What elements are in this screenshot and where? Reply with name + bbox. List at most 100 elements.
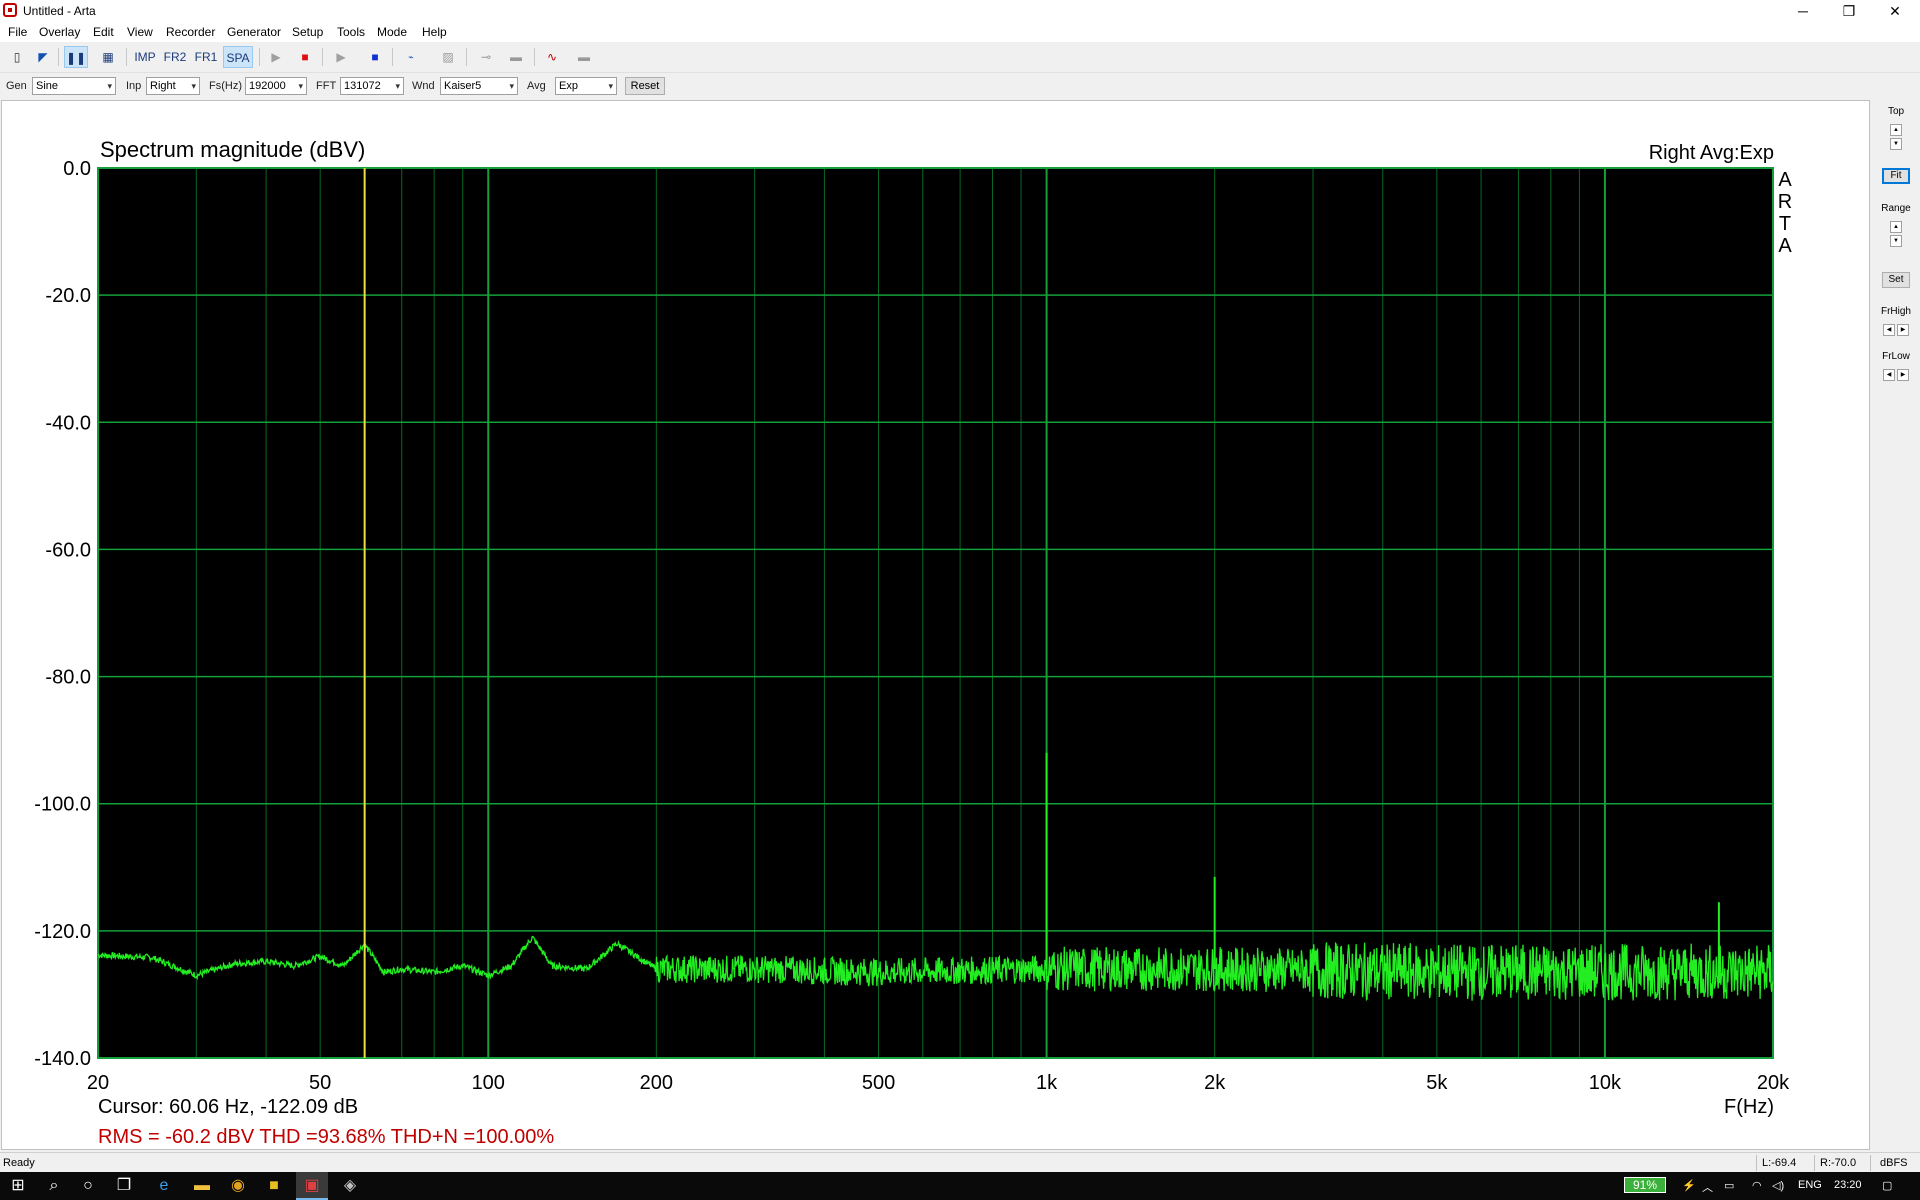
input-channel-value: Right [150,80,176,92]
language-indicator[interactable]: ENG [1798,1179,1822,1191]
frlow-right-icon[interactable]: ▶ [1897,369,1909,381]
window-function-value: Kaiser5 [444,80,482,92]
menu-edit[interactable]: Edit [93,25,114,39]
menu-generator[interactable]: Generator [227,25,281,39]
plot-area [98,168,1773,1058]
oscilloscope-icon[interactable]: ∿ [540,46,564,68]
generator-stop-icon[interactable]: ■ [364,46,386,68]
cortana-icon[interactable]: ○ [72,1172,104,1200]
play-icon[interactable]: ▶ [265,46,287,68]
title-bar: Untitled - Arta ─ ❐ ✕ [0,0,1920,22]
sample-rate-select[interactable]: 192000 ▾ [245,77,307,95]
clock[interactable]: 23:20 [1834,1179,1862,1191]
reset-button[interactable]: Reset [625,77,665,95]
menu-overlay[interactable]: Overlay [39,25,80,39]
generator-select-value: Sine [36,80,59,92]
restore-button[interactable]: ❐ [1826,0,1872,22]
file-explorer-icon[interactable]: ▬ [186,1172,218,1200]
chevron-up-icon[interactable]: ︿ [1702,1179,1713,1195]
wnd-label: Wnd [412,80,435,92]
y-tick-label: -20.0 [45,285,91,307]
x-tick-label: 1k [1036,1072,1058,1094]
window-function-select[interactable]: Kaiser5 ▾ [440,77,518,95]
mode-fr2-button[interactable]: FR2 [161,46,189,68]
generator-select[interactable]: Sine ▾ [32,77,116,95]
range-down-icon[interactable]: ▼ [1890,235,1902,247]
top-up-icon[interactable]: ▲ [1890,124,1902,136]
x-tick-label: 200 [640,1072,673,1094]
generator-play-icon[interactable]: ▶ [330,46,352,68]
device-icon[interactable]: ▬ [504,46,528,68]
inp-label: Inp [126,80,142,92]
taskbar: ⊞ ⌕ ○ ❐ e ▬ ◉ ■ ▣ ◈ 91% ⚡ ︿ ▭ ◠ ◁) ENG 2… [0,1172,1920,1200]
close-button[interactable]: ✕ [1872,0,1918,22]
set-button[interactable]: Set [1882,272,1910,288]
menu-view[interactable]: View [127,25,153,39]
battery-indicator[interactable]: 91% [1624,1177,1666,1193]
windows-start-icon[interactable]: ⊞ [2,1172,34,1200]
edge-browser-icon[interactable]: e [148,1172,180,1200]
top-down-icon[interactable]: ▼ [1890,138,1902,150]
x-tick-label: 100 [472,1072,505,1094]
new-file-icon[interactable]: ▯ [6,46,28,68]
hatch-icon[interactable]: ▨ [436,46,460,68]
menu-recorder[interactable]: Recorder [166,25,215,39]
pause-icon[interactable]: ❚❚ [64,46,88,68]
record-icon[interactable]: ▬ [572,46,596,68]
y-tick-label: -80.0 [45,667,91,689]
x-tick-label: 20 [87,1072,109,1094]
mode-fr1-button[interactable]: FR1 [192,46,220,68]
notifications-icon[interactable]: ▢ [1882,1179,1892,1192]
fit-button[interactable]: Fit [1882,168,1910,184]
power-icon[interactable]: ⚡ [1682,1179,1696,1192]
menu-tools[interactable]: Tools [337,25,365,39]
misc-app-icon[interactable]: ◈ [334,1172,366,1200]
calibration-icon[interactable]: ⌁ [398,46,424,68]
table-view-icon[interactable]: ▦ [96,46,120,68]
averaging-select[interactable]: Exp ▾ [555,77,617,95]
mode-spa-button[interactable]: SPA [223,46,253,68]
search-icon[interactable]: ⌕ [38,1172,70,1200]
averaging-value: Exp [559,80,578,92]
frhigh-right-icon[interactable]: ▶ [1897,324,1909,336]
volume-icon[interactable]: ◁) [1772,1179,1784,1192]
cursor-readout: Cursor: 60.06 Hz, -122.09 dB [98,1096,358,1118]
minimize-button[interactable]: ─ [1780,0,1826,22]
probe-icon[interactable]: ⊸ [474,46,498,68]
chevron-down-icon: ▾ [298,81,303,91]
mode-imp-button[interactable]: IMP [132,46,158,68]
chrome-icon[interactable]: ◉ [222,1172,254,1200]
sample-rate-value: 192000 [249,80,286,92]
menu-mode[interactable]: Mode [377,25,407,39]
menu-setup[interactable]: Setup [292,25,323,39]
chevron-down-icon: ▾ [191,81,196,91]
watermark-letter: R [1778,191,1792,213]
watermark-letter: A [1778,235,1792,257]
input-channel-select[interactable]: Right ▾ [146,77,200,95]
stop-record-icon[interactable]: ■ [294,46,316,68]
chevron-down-icon: ▾ [107,81,112,91]
wifi-icon[interactable]: ◠ [1752,1179,1762,1192]
menu-help[interactable]: Help [422,25,447,39]
task-view-icon[interactable]: ❐ [108,1172,140,1200]
y-tick-label: 0.0 [63,158,91,180]
level-units: dBFS [1880,1157,1908,1169]
frhigh-left-icon[interactable]: ◀ [1883,324,1895,336]
arta-watermark: ARTA [1778,169,1793,257]
frlow-left-icon[interactable]: ◀ [1883,369,1895,381]
menu-file[interactable]: File [8,25,27,39]
notes-app-icon[interactable]: ■ [258,1172,290,1200]
chart-title: Spectrum magnitude (dBV) [100,137,365,162]
status-bar: Ready L:-69.4 R:-70.0 dBFS [0,1152,1920,1173]
frhigh-label: FrHigh [1880,306,1911,317]
open-file-icon[interactable]: ◤ [32,46,54,68]
battery-icon[interactable]: ▭ [1724,1179,1734,1192]
chevron-down-icon: ▾ [509,81,514,91]
frlow-label: FrLow [1882,351,1910,362]
fft-size-select[interactable]: 131072 ▾ [340,77,404,95]
x-axis-ticks: 20 50 100 200 500 1k 2k 5k 10k 20k [87,1072,1790,1094]
spectrum-chart[interactable]: Spectrum magnitude (dBV) Right Avg:Exp 0… [0,100,1870,1150]
top-label: Top [1887,106,1905,117]
range-up-icon[interactable]: ▲ [1890,221,1902,233]
arta-taskbar-icon[interactable]: ▣ [296,1172,328,1200]
